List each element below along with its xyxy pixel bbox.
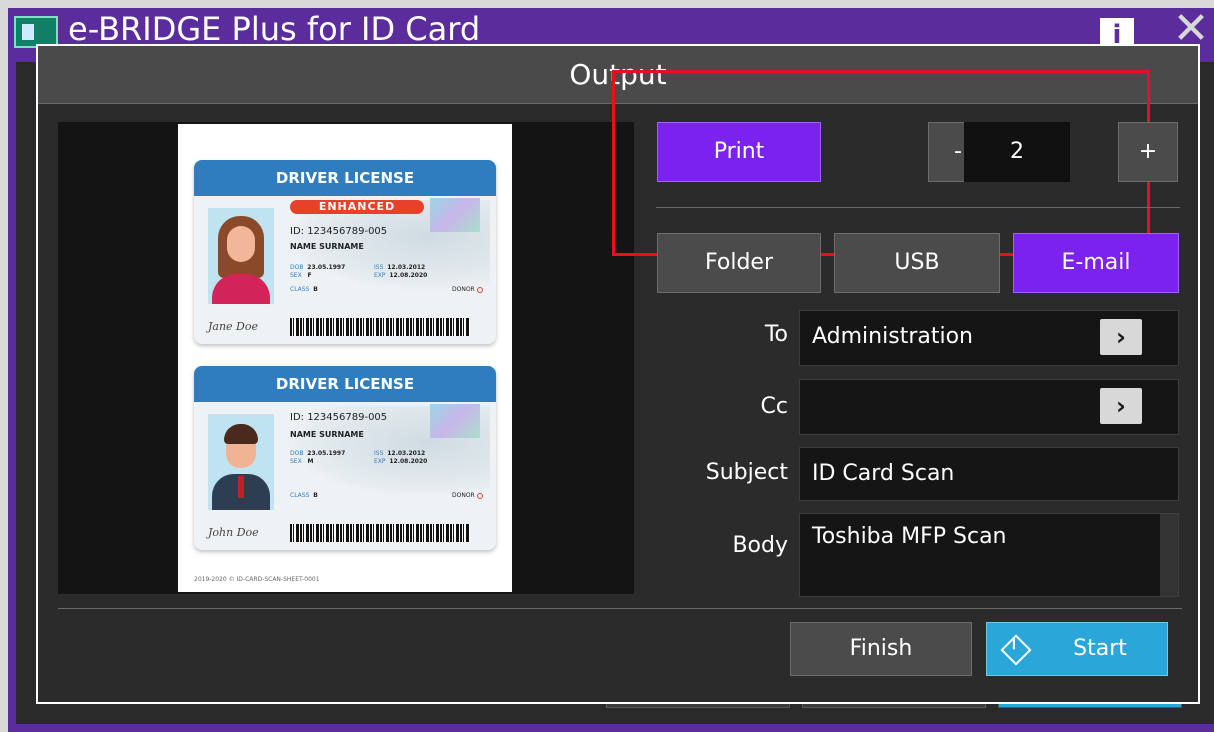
cc-field[interactable]: › [799, 379, 1179, 435]
body-label: Body [732, 533, 788, 558]
enhanced-badge: ENHANCED [290, 200, 424, 214]
hologram-icon [430, 404, 480, 438]
cc-chevron-icon[interactable]: › [1100, 388, 1142, 424]
exp-value: 12.08.2020 [389, 458, 428, 465]
class-value: B [313, 492, 318, 499]
sex-value: F [307, 272, 312, 279]
barcode-icon [290, 318, 470, 336]
class-value: B [313, 286, 318, 293]
iss-value: 12.03.2012 [387, 450, 426, 457]
card-name: NAME SURNAME [290, 242, 364, 251]
iss-label: ISS [374, 264, 384, 271]
female-portrait-icon [208, 208, 274, 304]
male-portrait-icon [208, 414, 274, 510]
id-card-front: DRIVER LICENSE ENHANCED ID: 123456789-00… [194, 160, 496, 344]
donor-label: DONOR [452, 286, 475, 293]
class-label: CLASS [290, 492, 310, 499]
card-header: DRIVER LICENSE [194, 366, 496, 402]
scan-preview: DRIVER LICENSE ENHANCED ID: 123456789-00… [58, 122, 634, 594]
to-field[interactable]: Administration › [799, 310, 1179, 366]
page-footer: 2019-2020 © ID-CARD-SCAN-SHEET-0001 [194, 576, 320, 583]
donor-icon [476, 286, 483, 293]
print-button[interactable]: Print [657, 122, 821, 182]
footer-divider [58, 608, 1182, 609]
subject-value: ID Card Scan [812, 461, 955, 486]
dob-value: 23.05.1997 [307, 450, 346, 457]
card-header: DRIVER LICENSE [194, 160, 496, 196]
iss-value: 12.03.2012 [387, 264, 426, 271]
app-title: e-BRIDGE Plus for ID Card [68, 10, 481, 48]
card-id: ID: 123456789-005 [290, 412, 388, 423]
barcode-icon [290, 524, 470, 542]
body-scrollbar[interactable] [1160, 514, 1178, 596]
to-label: To [764, 322, 788, 347]
cc-label: Cc [760, 394, 788, 419]
preview-page: DRIVER LICENSE ENHANCED ID: 123456789-00… [178, 124, 512, 592]
email-button[interactable]: E-mail [1013, 233, 1179, 293]
hologram-icon [430, 198, 480, 232]
sex-value: M [307, 458, 314, 465]
class-label: CLASS [290, 286, 310, 293]
donor-label: DONOR [452, 492, 475, 499]
subject-label: Subject [705, 460, 788, 485]
start-button[interactable]: Start [986, 622, 1168, 676]
exp-label: EXP [374, 458, 386, 465]
dob-label: DOB [290, 264, 304, 271]
signature: Jane Doe [208, 320, 259, 333]
dob-label: DOB [290, 450, 304, 457]
start-icon [1000, 634, 1032, 666]
dob-value: 23.05.1997 [307, 264, 346, 271]
id-card-back: DRIVER LICENSE ID: 123456789-005 NAME SU… [194, 366, 496, 550]
card-name: NAME SURNAME [290, 430, 364, 439]
donor-icon [476, 492, 483, 499]
card-id: ID: 123456789-005 [290, 226, 388, 237]
signature: John Doe [208, 526, 259, 539]
subject-input[interactable]: ID Card Scan [799, 447, 1179, 501]
to-value: Administration [812, 324, 973, 349]
usb-button[interactable]: USB [834, 233, 1000, 293]
quantity-increase-button[interactable]: + [1118, 122, 1178, 182]
folder-button[interactable]: Folder [657, 233, 821, 293]
iss-label: ISS [374, 450, 384, 457]
sex-label: SEX [290, 458, 302, 465]
start-label: Start [1073, 636, 1127, 661]
body-value: Toshiba MFP Scan [812, 524, 1007, 549]
output-divider [656, 207, 1180, 208]
quantity-value: 2 [964, 122, 1070, 182]
finish-button[interactable]: Finish [790, 622, 972, 676]
exp-label: EXP [374, 272, 386, 279]
to-chevron-icon[interactable]: › [1100, 319, 1142, 355]
exp-value: 12.08.2020 [389, 272, 428, 279]
body-textarea[interactable]: Toshiba MFP Scan [799, 513, 1179, 597]
sex-label: SEX [290, 272, 302, 279]
